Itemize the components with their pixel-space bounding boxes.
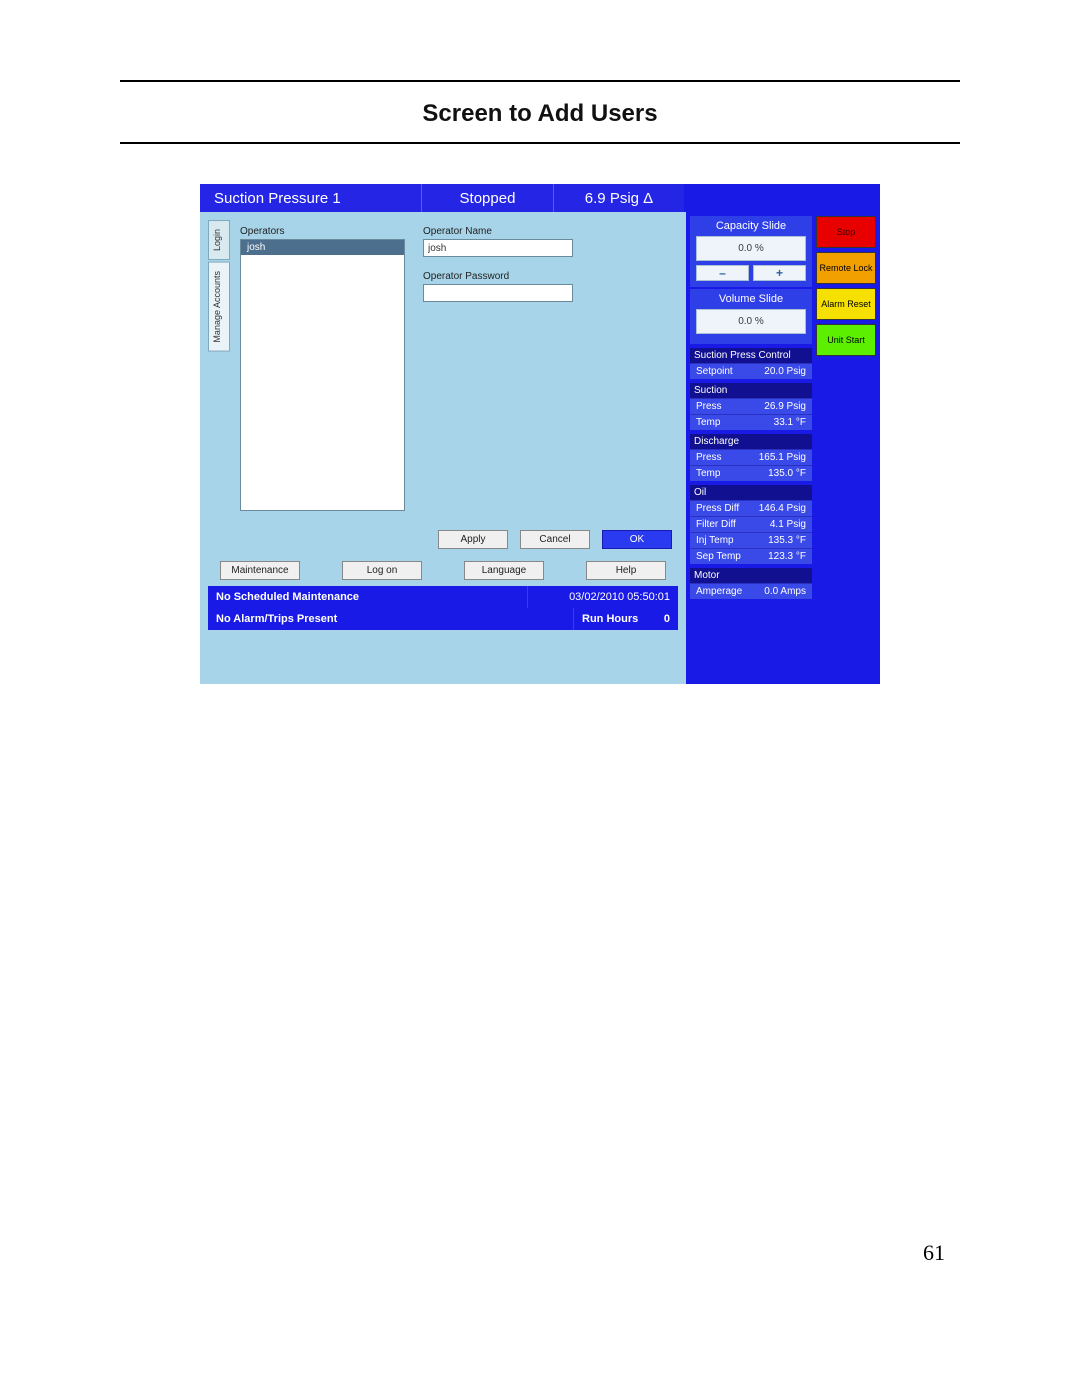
maintenance-status: No Scheduled Maintenance [208,586,528,608]
operators-list[interactable]: josh [240,239,405,511]
operator-name-label: Operator Name [423,226,672,237]
motor-section: Motor Amperage0.0 Amps [690,568,812,599]
status-alarm-row: No Alarm/Trips Present Run Hours 0 [208,608,678,630]
spc-row: Setpoint 20.0 Psig [690,363,812,379]
spc-title: Suction Press Control [690,348,812,363]
stop-button[interactable]: Stop [816,216,876,248]
alarm-status: No Alarm/Trips Present [208,608,574,630]
header-delta: 6.9 Psig Δ [554,184,684,212]
capacity-slide: Capacity Slide 0.0 % – + [690,216,812,287]
dialog-buttons: Apply Cancel OK [208,522,678,553]
tab-login[interactable]: Login [208,220,230,260]
cancel-button[interactable]: Cancel [520,530,590,549]
operator-name-input[interactable] [423,239,573,257]
apply-button[interactable]: Apply [438,530,508,549]
help-button[interactable]: Help [586,561,666,580]
discharge-title: Discharge [690,434,812,449]
language-button[interactable]: Language [464,561,544,580]
run-hours-value: 0 [664,613,670,625]
capacity-minus-button[interactable]: – [696,265,749,281]
alarm-reset-button[interactable]: Alarm Reset [816,288,876,320]
hmi-header: Suction Pressure 1 Stopped 6.9 Psig Δ [200,184,880,212]
operator-password-label: Operator Password [423,271,672,282]
right-panel: Capacity Slide 0.0 % – + Volume Slide 0.… [686,212,880,684]
status-maintenance-row: No Scheduled Maintenance 03/02/2010 05:5… [208,586,678,608]
suction-section: Suction Press26.9 Psig Temp33.1 °F [690,383,812,430]
page-number: 61 [923,1240,945,1266]
logon-button[interactable]: Log on [342,561,422,580]
capacity-slide-title: Capacity Slide [696,220,806,232]
oil-section: Oil Press Diff146.4 Psig Filter Diff4.1 … [690,485,812,564]
suction-press-control-section: Suction Press Control Setpoint 20.0 Psig [690,348,812,379]
volume-slide-title: Volume Slide [696,293,806,305]
maintenance-button[interactable]: Maintenance [220,561,300,580]
volume-slide-value: 0.0 % [696,309,806,334]
suction-title: Suction [690,383,812,398]
header-suction-pressure: Suction Pressure 1 [200,184,422,212]
run-hours: Run Hours 0 [574,608,678,630]
unit-start-button[interactable]: Unit Start [816,324,876,356]
main-panel: Login Manage Accounts Operators josh Ope… [200,212,686,684]
oil-title: Oil [690,485,812,500]
capacity-slide-value: 0.0 % [696,236,806,261]
tab-manage-accounts[interactable]: Manage Accounts [208,262,230,352]
ok-button[interactable]: OK [602,530,672,549]
header-state: Stopped [422,184,554,212]
hmi-screen: Suction Pressure 1 Stopped 6.9 Psig Δ Lo… [200,184,880,684]
side-tabs: Login Manage Accounts [208,220,230,522]
operator-item[interactable]: josh [241,240,404,255]
discharge-section: Discharge Press165.1 Psig Temp135.0 °F [690,434,812,481]
run-hours-label: Run Hours [582,613,638,625]
remote-lock-button[interactable]: Remote Lock [816,252,876,284]
operator-password-input[interactable] [423,284,573,302]
capacity-plus-button[interactable]: + [753,265,806,281]
datetime: 03/02/2010 05:50:01 [528,586,678,608]
motor-title: Motor [690,568,812,583]
volume-slide: Volume Slide 0.0 % [690,289,812,344]
operators-label: Operators [240,226,405,237]
nav-buttons: Maintenance Log on Language Help [208,553,678,586]
mid-rule [120,142,960,144]
document-title: Screen to Add Users [120,82,960,142]
